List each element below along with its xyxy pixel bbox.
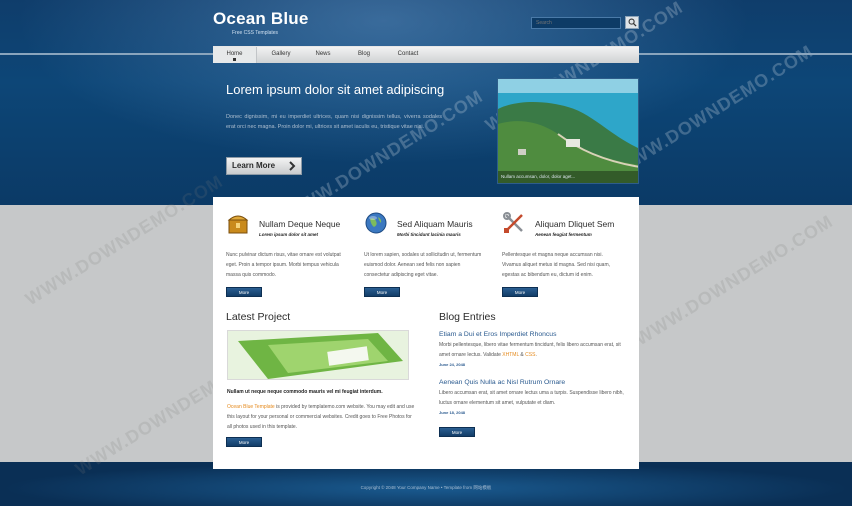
blog-entry-end: . bbox=[535, 352, 537, 358]
coastline-photo bbox=[498, 79, 638, 183]
nav-label: Blog bbox=[357, 51, 370, 57]
active-indicator-icon bbox=[233, 58, 236, 61]
latest-project-heading: Latest Project bbox=[226, 311, 291, 323]
project-screenshot bbox=[228, 331, 408, 379]
blog-heading: Blog Entries bbox=[439, 311, 496, 323]
feature-title: Aliquam Dliquet Sem bbox=[535, 219, 615, 229]
more-button[interactable]: More bbox=[364, 287, 400, 297]
feature-text: Pellentesque et magna neque accumsan nis… bbox=[502, 252, 611, 278]
content-panel: Nullam Deque Neque Lorem ipsum dolor sit… bbox=[213, 197, 639, 469]
hero-image-caption: Nullam accumsan, dolor, dolor aget... bbox=[498, 171, 638, 183]
feature-title: Sed Aliquam Mauris bbox=[397, 219, 473, 229]
search-input[interactable] bbox=[531, 17, 621, 29]
nav-item-news[interactable]: News bbox=[304, 47, 342, 63]
magnifier-icon bbox=[628, 18, 637, 27]
hero-image: Nullam accumsan, dolor, dolor aget... bbox=[497, 78, 639, 184]
hero-title: Lorem ipsum dolor sit amet adipiscing bbox=[226, 82, 445, 97]
nav-item-blog[interactable]: Blog bbox=[346, 47, 382, 63]
hero-text: Donec dignissim, mi eu imperdiet ultrice… bbox=[226, 114, 442, 130]
tools-icon bbox=[503, 212, 523, 233]
feature-title: Nullam Deque Neque bbox=[259, 219, 341, 229]
nav-label: Home bbox=[226, 51, 243, 57]
nav-label: News bbox=[315, 51, 331, 57]
more-button[interactable]: More bbox=[226, 287, 262, 297]
main-nav: Home Gallery News Blog Contact bbox=[213, 46, 639, 63]
feature-text: Ut lorem sapien, sodales ut sollicitudin… bbox=[364, 252, 482, 278]
blog-entry-title[interactable]: Etiam a Dui et Eros Imperdiet Rhoncus bbox=[439, 331, 557, 338]
header-band bbox=[0, 0, 852, 205]
nav-label: Contact bbox=[397, 51, 419, 57]
treasure-chest-icon bbox=[227, 215, 249, 234]
learn-more-button[interactable]: Learn More bbox=[226, 157, 302, 175]
footer-copyright: Copyright © 2048 Your Company Name • Tem… bbox=[360, 485, 492, 490]
project-image[interactable] bbox=[227, 330, 409, 380]
feature-subtitle: Morbi tincidunt lacinia mauris bbox=[397, 232, 461, 237]
nav-item-gallery[interactable]: Gallery bbox=[260, 47, 302, 63]
nav-label: Gallery bbox=[271, 51, 291, 57]
css-link[interactable]: CSS bbox=[525, 352, 535, 358]
project-text: Ocean Blue Template is provided by templ… bbox=[227, 402, 417, 432]
search-button[interactable] bbox=[625, 16, 639, 29]
feature-subtitle: Lorem ipsum dolor sit amet bbox=[259, 232, 319, 237]
more-button[interactable]: More bbox=[439, 427, 475, 437]
blog-entry-date: June 18, 2048 bbox=[439, 410, 466, 415]
xhtml-link[interactable]: XHTML bbox=[502, 352, 519, 358]
site-tagline: Free CSS Templates bbox=[232, 30, 279, 36]
nav-item-contact[interactable]: Contact bbox=[389, 47, 427, 63]
project-lead: Nullam ut neque neque commodo mauris vel… bbox=[227, 389, 383, 395]
template-link[interactable]: Ocean Blue Template bbox=[227, 404, 275, 410]
feature-text: Nunc pulvinar dictum risus, vitae ornare… bbox=[226, 252, 341, 278]
nav-item-home[interactable]: Home bbox=[213, 47, 257, 63]
chevron-right-icon bbox=[289, 161, 296, 171]
blog-entry-text: Morbi pellentesque, libero vitae ferment… bbox=[439, 340, 625, 360]
blog-entry-date: June 24, 2048 bbox=[439, 362, 466, 367]
site-title[interactable]: Ocean Blue bbox=[213, 9, 309, 29]
learn-more-label: Learn More bbox=[232, 161, 276, 170]
feature-subtitle: Aenean feugiat fermentum bbox=[535, 232, 592, 237]
blog-entry-text: Libero accumsan erat, sit amet ornare le… bbox=[439, 390, 624, 406]
more-button[interactable]: More bbox=[502, 287, 538, 297]
blog-entry-title[interactable]: Aenean Quis Nulla ac Nisl Rutrum Ornare bbox=[439, 379, 565, 386]
more-button[interactable]: More bbox=[226, 437, 262, 447]
globe-icon bbox=[365, 212, 387, 234]
